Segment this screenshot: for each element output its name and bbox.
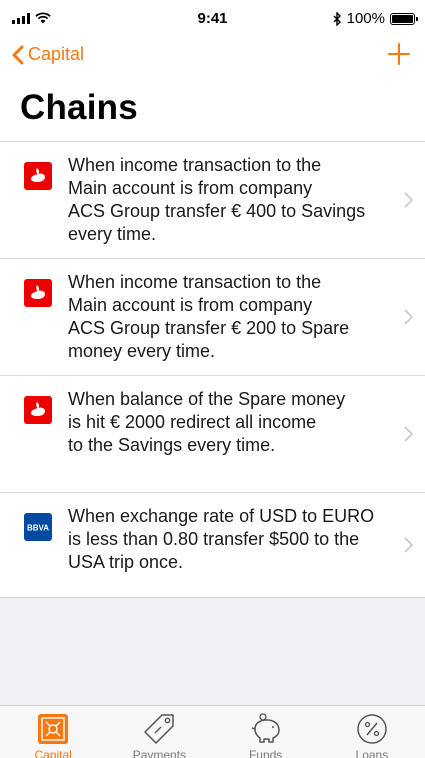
chain-row[interactable]: When balance of the Spare money is hit €… [0,376,425,493]
back-label: Capital [28,44,85,64]
chain-description: When balance of the Spare money is hit €… [68,389,346,455]
piggy-bank-icon [251,713,280,743]
chain-row[interactable]: When income transaction to the Main acco… [0,259,425,376]
tab-payments[interactable]: Payments [106,706,212,758]
chain-description: When income transaction to the Main acco… [68,272,350,361]
plus-icon [388,43,410,65]
chain-row[interactable]: When income transaction to the Main acco… [0,142,425,259]
battery-icon [390,12,418,25]
chevron-right-icon [404,537,413,553]
tab-label: Funds [248,748,283,758]
tab-label: Loans [355,748,389,758]
tab-label: Capital [34,748,72,758]
tag-icon [144,714,175,744]
chain-description: When exchange rate of USD to EURO is les… [68,506,375,572]
header: 9:41 100% Capital Chains [0,0,425,141]
tab-loans[interactable]: Loans [319,706,425,758]
tab-bar: Capital Payments Funds Loans [0,705,425,758]
bbva-logo-icon: BBVA [24,513,52,541]
status-bar: 9:41 100% [0,0,425,40]
tab-label: Payments [132,748,187,758]
chevron-right-icon [404,426,413,442]
battery-percent: 100% [346,10,385,27]
page-title: Chains [20,88,138,127]
svg-text:BBVA: BBVA [27,524,49,533]
santander-logo-icon [24,162,52,190]
chains-list: When income transaction to the Main acco… [0,141,425,598]
tab-funds[interactable]: Funds [213,706,319,758]
back-button[interactable]: Capital [12,44,84,65]
add-chain-button[interactable] [387,42,411,71]
chain-description: When income transaction to the Main acco… [68,155,366,244]
santander-logo-icon [24,279,52,307]
santander-logo-icon [24,396,52,424]
bluetooth-icon [333,11,341,26]
chevron-left-icon [12,45,24,64]
chain-row[interactable]: BBVA When exchange rate of USD to EURO i… [0,493,425,597]
tab-capital[interactable]: Capital [0,706,106,758]
percent-icon [357,714,387,744]
chevron-right-icon [404,309,413,325]
chevron-right-icon [404,192,413,208]
safe-icon [38,714,69,744]
